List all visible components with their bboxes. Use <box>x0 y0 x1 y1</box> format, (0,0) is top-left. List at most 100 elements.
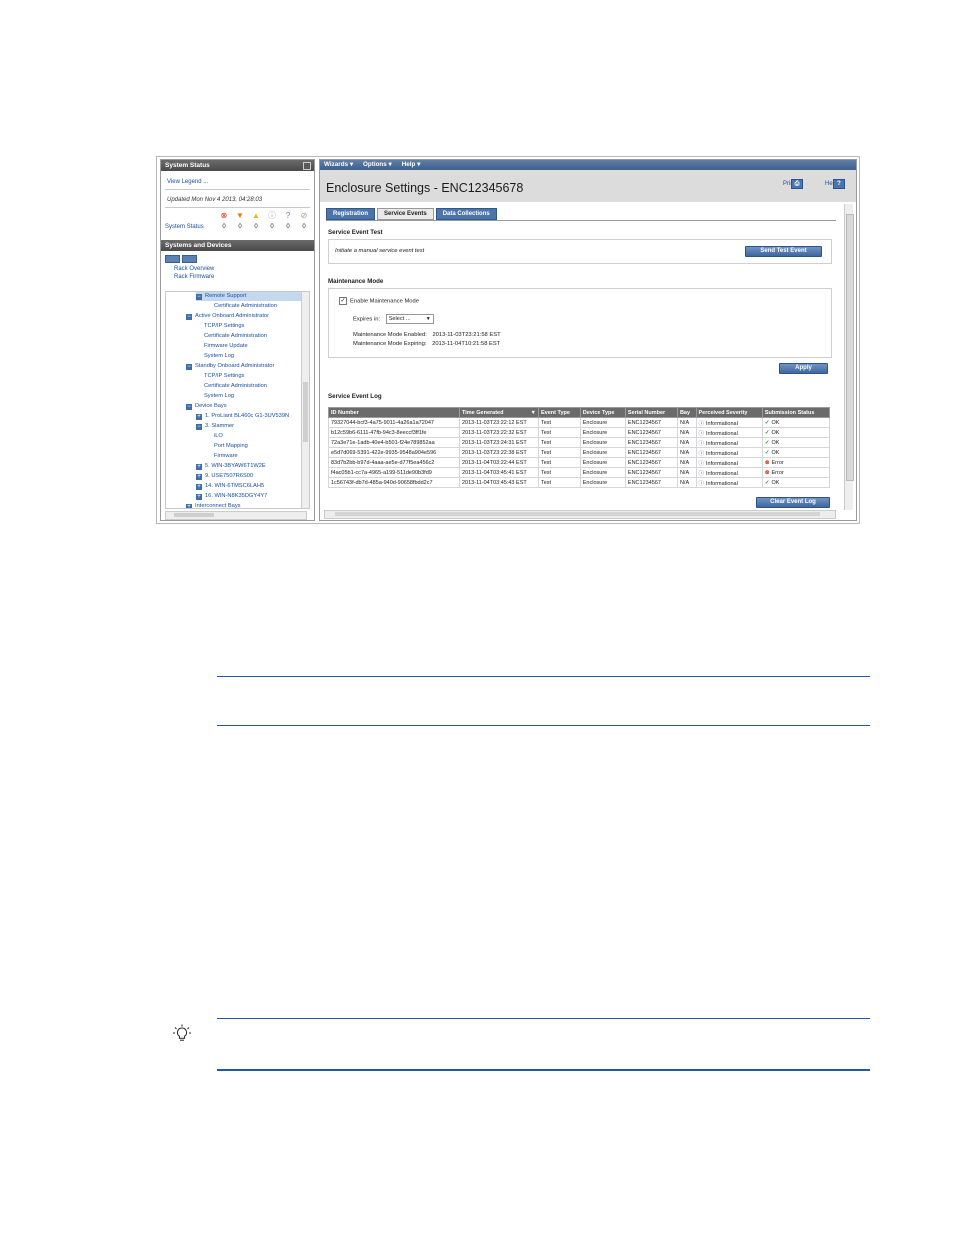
tree-item[interactable]: +14. WIN-6TMSC6LAH5 <box>196 482 264 491</box>
tree-item[interactable]: −3. Slammer <box>196 422 234 431</box>
col-event-type[interactable]: Event Type <box>538 407 581 418</box>
col-perceived-severity[interactable]: Perceived Severity <box>695 407 763 418</box>
table-row[interactable]: e5d7d069-5391-422e-9935-9548a904e596 2013… <box>328 447 831 458</box>
scroll-thumb[interactable] <box>335 512 820 516</box>
table-cell: 1c56743f-db7d-485a-940d-90658fbdd2c7 <box>328 477 460 488</box>
cell-text: ENC1234567 <box>627 469 661 476</box>
tree-item[interactable]: +1. ProLiant BL460c G1-3UV539N <box>196 412 289 421</box>
tree-item[interactable]: + Interconnect Bays <box>186 502 241 508</box>
send-test-event-button[interactable]: Send Test Event <box>745 246 822 257</box>
tree-item[interactable]: TCP/IP Settings <box>204 372 244 381</box>
tree-item[interactable]: − Active Onboard Administrator <box>186 312 269 321</box>
table-row[interactable]: 79327044-bcf3-4a75-9011-4a26a1a72047 2013… <box>328 417 831 428</box>
collapse-icon[interactable]: − <box>196 293 202 300</box>
scroll-thumb[interactable] <box>303 382 308 442</box>
table-cell: f4ac05b1-cc7a-4965-a199-511de90b3fd9 <box>328 467 460 478</box>
tree-item[interactable]: Firmware Update <box>204 342 248 351</box>
table-row[interactable]: f4ac05b1-cc7a-4965-a199-511de90b3fd9 2013… <box>328 467 831 478</box>
tree-item[interactable]: System Log <box>204 392 234 401</box>
col-id-number[interactable]: ID Number <box>328 407 460 418</box>
expires-value: Select ... <box>388 316 411 322</box>
cell-text: Test <box>541 419 552 426</box>
tree-item[interactable]: Firmware <box>214 452 238 461</box>
rack-overview-link[interactable]: Rack Overview <box>174 266 214 272</box>
tree-item[interactable]: Port Mapping <box>214 442 248 451</box>
expand-all-button[interactable] <box>165 255 180 263</box>
tree-item[interactable]: Certificate Administration <box>204 382 267 391</box>
col-bay[interactable]: Bay <box>676 407 697 418</box>
cell-text: Enclosure <box>582 429 608 436</box>
tree-item[interactable]: System Log <box>204 352 234 361</box>
tree-scrollbar[interactable] <box>301 292 309 508</box>
expires-select[interactable]: Select ... ▼ <box>385 314 434 324</box>
cell-text: Informational <box>706 450 738 457</box>
col-device-type[interactable]: Device Type <box>579 407 626 418</box>
tab-data-collections[interactable]: Data Collections <box>435 208 497 220</box>
menu-options[interactable]: Options ▾ <box>363 160 392 170</box>
col-time-generated[interactable]: Time Generated ▼ <box>459 407 539 418</box>
expand-icon[interactable]: + <box>196 413 202 420</box>
collapse-all-button[interactable] <box>182 255 197 263</box>
table-row[interactable]: 72a3e71e-1adb-40e4-b501-f24e789852aa 2013… <box>328 437 831 448</box>
disabled-icon[interactable]: ⊘ <box>296 211 312 220</box>
system-status-label[interactable]: System Status <box>165 224 204 230</box>
tab-service-events[interactable]: Service Events <box>377 208 434 220</box>
table-row[interactable]: 83d7b2bb-b97d-4aaa-ae5e-d77f5ea456c2 2013… <box>328 457 831 468</box>
tree-horizontal-scrollbar[interactable] <box>165 511 307 520</box>
expand-icon[interactable]: + <box>196 493 202 500</box>
main-vertical-scrollbar[interactable] <box>844 204 854 510</box>
scroll-thumb[interactable] <box>846 214 854 481</box>
tree-item[interactable]: − Standby Onboard Administrator <box>186 362 274 371</box>
critical-icon[interactable]: ⊗ <box>216 211 232 220</box>
tree-item[interactable]: +5. WIN-3BYAW6T1W2E <box>196 462 266 471</box>
major-icon[interactable]: ▼ <box>232 211 248 220</box>
help-icon: ? <box>833 179 845 189</box>
main-horizontal-scrollbar[interactable] <box>324 510 836 519</box>
tab-registration[interactable]: Registration <box>326 208 376 220</box>
enable-maintenance-checkbox[interactable]: ✓ <box>339 297 347 305</box>
tree-item[interactable]: − Device Bays <box>186 402 227 411</box>
print-button[interactable]: ⎙ Print <box>783 179 803 189</box>
tree-item[interactable]: +16. WIN-N8K35DGY4Y7 <box>196 492 267 501</box>
collapse-icon[interactable]: − <box>196 423 202 430</box>
tree-item[interactable]: Certificate Administration <box>204 332 267 341</box>
table-cell: N/A <box>676 417 697 428</box>
menu-wizards[interactable]: Wizards ▾ <box>324 160 353 170</box>
table-row[interactable]: b12c59b6-6111-47fb-94c3-8eeccf3ff1fe 2013… <box>328 427 831 438</box>
view-legend-link[interactable]: View Legend ... <box>167 179 208 185</box>
collapse-button[interactable] <box>303 162 311 170</box>
col-submission-status[interactable]: Submission Status <box>761 407 831 418</box>
warning-icon[interactable]: ▲ <box>248 211 264 220</box>
collapse-icon[interactable]: − <box>186 313 192 320</box>
table-cell: ✓ OK <box>761 477 831 488</box>
lightbulb-icon <box>173 1024 191 1041</box>
table-cell: ENC1234567 <box>624 437 678 448</box>
service-event-log-title: Service Event Log <box>328 393 382 400</box>
collapse-icon[interactable]: − <box>186 403 192 410</box>
tree-item[interactable]: TCP/IP Settings <box>204 322 244 331</box>
tree-item[interactable]: − Remote Support <box>196 292 301 301</box>
maintenance-mode-title: Maintenance Mode <box>328 278 384 285</box>
table-cell: ✓ OK <box>761 437 831 448</box>
tree-item[interactable]: iLO <box>214 432 223 441</box>
col-serial-number[interactable]: Serial Number <box>624 407 678 418</box>
rack-firmware-link[interactable]: Rack Firmware <box>174 274 214 280</box>
unknown-icon[interactable]: ? <box>280 211 296 220</box>
collapse-icon[interactable]: − <box>186 363 192 370</box>
menu-help[interactable]: Help ▾ <box>402 160 421 170</box>
help-button[interactable]: ? Help <box>825 179 845 189</box>
expand-icon[interactable]: + <box>196 483 202 490</box>
clear-event-log-button[interactable]: Clear Event Log <box>756 497 830 508</box>
expand-icon[interactable]: + <box>196 463 202 470</box>
expand-icon[interactable]: + <box>186 503 192 508</box>
tree-item[interactable]: +9. USE7507R6S00 <box>196 472 253 481</box>
table-cell: ENC1234567 <box>624 467 678 478</box>
status-icons: ⊗ ▼ ▲ ⓘ ? ⊘ <box>216 211 312 220</box>
table-row[interactable]: 1c56743f-db7d-485a-940d-90658fbdd2c7 2013… <box>328 477 831 488</box>
apply-button[interactable]: Apply <box>779 363 828 374</box>
info-icon[interactable]: ⓘ <box>264 211 280 220</box>
tree-item[interactable]: Certificate Administration <box>214 302 277 311</box>
expand-icon[interactable]: + <box>196 473 202 480</box>
scroll-thumb[interactable] <box>174 513 214 517</box>
tree-item-label: 9. USE7507R6S00 <box>205 473 254 479</box>
